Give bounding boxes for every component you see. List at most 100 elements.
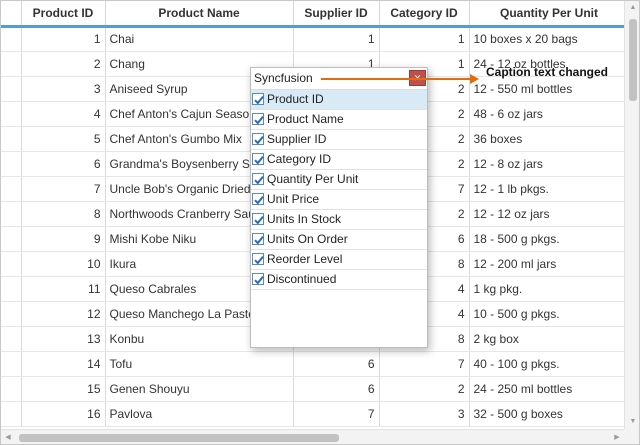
cell-product-id[interactable]: 2 xyxy=(21,51,106,77)
scroll-right-icon[interactable]: ▶ xyxy=(610,430,624,444)
cell-product-id[interactable]: 13 xyxy=(21,326,106,352)
scroll-up-icon[interactable]: ▲ xyxy=(625,1,639,15)
cell-product-id[interactable]: 4 xyxy=(21,101,106,127)
cell-supplier-id[interactable]: 6 xyxy=(293,376,380,402)
column-header-quantity-per-unit[interactable]: Quantity Per Unit xyxy=(469,1,624,28)
header-row: Product ID Product Name Supplier ID Cate… xyxy=(1,1,624,28)
cell-product-id[interactable]: 5 xyxy=(21,126,106,152)
cell-quantity-per-unit[interactable]: 10 - 500 g pkgs. xyxy=(469,301,624,327)
cell-product-id[interactable]: 14 xyxy=(21,351,106,377)
checkbox[interactable] xyxy=(252,113,264,125)
column-header-supplier-id[interactable]: Supplier ID xyxy=(293,1,380,28)
row-lead-cell xyxy=(1,301,22,327)
cell-product-name[interactable]: Pavlova xyxy=(105,401,294,427)
row-lead-cell xyxy=(1,126,22,152)
checkbox[interactable] xyxy=(252,133,264,145)
table-row[interactable]: 16 Pavlova 7 3 32 - 500 g boxes xyxy=(1,401,624,427)
cell-category-id[interactable]: 3 xyxy=(379,401,470,427)
column-chooser-item-label: Supplier ID xyxy=(267,132,327,146)
row-lead-cell xyxy=(1,376,22,402)
cell-supplier-id[interactable]: 7 xyxy=(293,401,380,427)
checkbox[interactable] xyxy=(252,233,264,245)
column-header-product-id[interactable]: Product ID xyxy=(21,1,106,28)
checkmark-icon xyxy=(254,95,264,105)
cell-product-id[interactable]: 10 xyxy=(21,251,106,277)
cell-supplier-id[interactable]: 6 xyxy=(293,351,380,377)
cell-quantity-per-unit[interactable]: 10 boxes x 20 bags xyxy=(469,26,624,52)
scroll-down-icon[interactable]: ▼ xyxy=(625,415,639,429)
column-chooser-item[interactable]: Units In Stock xyxy=(251,210,427,230)
column-chooser-item[interactable]: Discontinued xyxy=(251,270,427,290)
vertical-scroll-thumb[interactable] xyxy=(629,19,637,101)
checkmark-icon xyxy=(254,155,264,165)
cell-product-id[interactable]: 16 xyxy=(21,401,106,427)
column-chooser-popup: Syncfusion ✕ Product IDProduct NameSuppl… xyxy=(250,67,428,348)
column-chooser-item[interactable]: Unit Price xyxy=(251,190,427,210)
cell-quantity-per-unit[interactable]: 12 - 8 oz jars xyxy=(469,151,624,177)
cell-supplier-id[interactable]: 1 xyxy=(293,26,380,52)
checkbox[interactable] xyxy=(252,173,264,185)
column-chooser-item-label: Quantity Per Unit xyxy=(267,172,359,186)
row-lead-cell xyxy=(1,151,22,177)
cell-product-id[interactable]: 11 xyxy=(21,276,106,302)
cell-quantity-per-unit[interactable]: 2 kg box xyxy=(469,326,624,352)
column-chooser-item[interactable]: Category ID xyxy=(251,150,427,170)
checkbox[interactable] xyxy=(252,253,264,265)
horizontal-scroll-thumb[interactable] xyxy=(19,434,339,442)
cell-quantity-per-unit[interactable]: 12 - 12 oz jars xyxy=(469,201,624,227)
table-row[interactable]: 14 Tofu 6 7 40 - 100 g pkgs. xyxy=(1,351,624,377)
cell-quantity-per-unit[interactable]: 40 - 100 g pkgs. xyxy=(469,351,624,377)
cell-quantity-per-unit[interactable]: 36 boxes xyxy=(469,126,624,152)
cell-product-id[interactable]: 12 xyxy=(21,301,106,327)
column-chooser-item[interactable]: Reorder Level xyxy=(251,250,427,270)
horizontal-scrollbar[interactable]: ◀ ▶ xyxy=(1,429,624,444)
cell-quantity-per-unit[interactable]: 24 - 250 ml bottles xyxy=(469,376,624,402)
cell-category-id[interactable]: 1 xyxy=(379,26,470,52)
checkbox[interactable] xyxy=(252,213,264,225)
row-lead-cell xyxy=(1,276,22,302)
row-lead-cell xyxy=(1,326,22,352)
cell-quantity-per-unit[interactable]: 1 kg pkg. xyxy=(469,276,624,302)
table-row[interactable]: 1 Chai 1 1 10 boxes x 20 bags xyxy=(1,26,624,52)
cell-product-id[interactable]: 3 xyxy=(21,76,106,102)
vertical-scrollbar[interactable]: ▲ ▼ xyxy=(624,1,639,429)
checkbox[interactable] xyxy=(252,93,264,105)
cell-quantity-per-unit[interactable]: 12 - 200 ml jars xyxy=(469,251,624,277)
column-chooser-item[interactable]: Product ID xyxy=(251,90,427,110)
cell-product-name[interactable]: Genen Shouyu xyxy=(105,376,294,402)
cell-category-id[interactable]: 2 xyxy=(379,376,470,402)
row-lead-cell xyxy=(1,201,22,227)
column-header-category-id[interactable]: Category ID xyxy=(379,1,470,28)
checkbox[interactable] xyxy=(252,273,264,285)
checkmark-icon xyxy=(254,195,264,205)
cell-product-id[interactable]: 6 xyxy=(21,151,106,177)
cell-quantity-per-unit[interactable]: 32 - 500 g boxes xyxy=(469,401,624,427)
cell-product-id[interactable]: 1 xyxy=(21,26,106,52)
cell-product-id[interactable]: 15 xyxy=(21,376,106,402)
column-chooser-item[interactable]: Supplier ID xyxy=(251,130,427,150)
cell-quantity-per-unit[interactable]: 12 - 1 lb pkgs. xyxy=(469,176,624,202)
row-lead-cell xyxy=(1,51,22,77)
cell-quantity-per-unit[interactable]: 18 - 500 g pkgs. xyxy=(469,226,624,252)
column-header-product-name[interactable]: Product Name xyxy=(105,1,294,28)
checkmark-icon xyxy=(254,275,264,285)
scroll-left-icon[interactable]: ◀ xyxy=(1,430,15,444)
header-lead xyxy=(1,1,22,28)
checkbox[interactable] xyxy=(252,193,264,205)
cell-quantity-per-unit[interactable]: 12 - 550 ml bottles xyxy=(469,76,624,102)
column-chooser-item-label: Reorder Level xyxy=(267,252,343,266)
column-chooser-item[interactable]: Units On Order xyxy=(251,230,427,250)
cell-product-id[interactable]: 8 xyxy=(21,201,106,227)
column-chooser-item[interactable]: Product Name xyxy=(251,110,427,130)
checkmark-icon xyxy=(254,135,264,145)
cell-category-id[interactable]: 7 xyxy=(379,351,470,377)
cell-product-id[interactable]: 9 xyxy=(21,226,106,252)
cell-quantity-per-unit[interactable]: 48 - 6 oz jars xyxy=(469,101,624,127)
cell-product-id[interactable]: 7 xyxy=(21,176,106,202)
row-lead-cell xyxy=(1,226,22,252)
cell-product-name[interactable]: Chai xyxy=(105,26,294,52)
table-row[interactable]: 15 Genen Shouyu 6 2 24 - 250 ml bottles xyxy=(1,376,624,402)
cell-product-name[interactable]: Tofu xyxy=(105,351,294,377)
checkbox[interactable] xyxy=(252,153,264,165)
column-chooser-item[interactable]: Quantity Per Unit xyxy=(251,170,427,190)
